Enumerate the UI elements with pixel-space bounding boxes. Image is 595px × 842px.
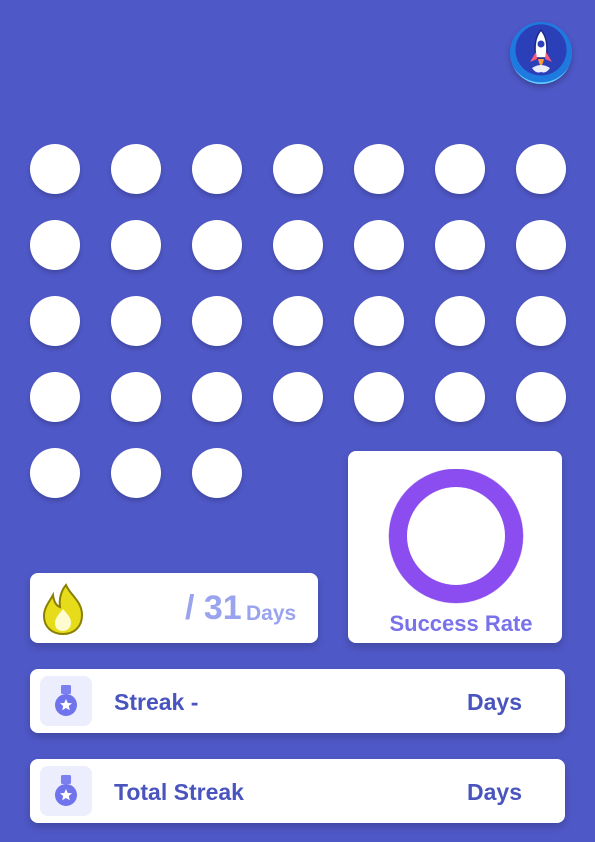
day-circle[interactable] (111, 372, 161, 422)
medal-icon (55, 775, 77, 806)
day-circle[interactable] (435, 296, 485, 346)
day-circle[interactable] (516, 372, 566, 422)
day-circle[interactable] (435, 220, 485, 270)
streak-label: Streak - (114, 689, 199, 715)
day-circle[interactable] (111, 144, 161, 194)
day-circle[interactable] (30, 372, 80, 422)
day-circle[interactable] (192, 296, 242, 346)
day-circle[interactable] (516, 296, 566, 346)
day-circle[interactable] (273, 296, 323, 346)
medal-icon (40, 676, 92, 726)
day-circle[interactable] (192, 448, 242, 498)
medal-icon (40, 766, 92, 816)
day-circle[interactable] (435, 144, 485, 194)
day-grid (0, 0, 595, 520)
day-circle[interactable] (516, 220, 566, 270)
day-circle[interactable] (30, 220, 80, 270)
day-circle[interactable] (30, 448, 80, 498)
day-circle[interactable] (273, 220, 323, 270)
day-circle[interactable] (111, 220, 161, 270)
medal-icon (55, 685, 77, 716)
day-circle[interactable] (192, 144, 242, 194)
day-circle[interactable] (273, 372, 323, 422)
day-circle[interactable] (273, 144, 323, 194)
day-circle[interactable] (354, 372, 404, 422)
day-circle[interactable] (354, 220, 404, 270)
success-rate-card: Success Rate (348, 451, 562, 643)
day-circle[interactable] (30, 296, 80, 346)
day-circle[interactable] (516, 144, 566, 194)
flame-icon (42, 583, 84, 636)
progress-total: / 31 (185, 589, 242, 627)
streak-unit: Days (467, 689, 522, 715)
day-circle[interactable] (354, 144, 404, 194)
total-streak-row[interactable]: Total Streak Days (30, 759, 565, 823)
success-rate-ring (388, 469, 524, 604)
progress-card: / 31 Days (30, 573, 318, 643)
day-circle[interactable] (30, 144, 80, 194)
day-circle[interactable] (111, 296, 161, 346)
day-circle[interactable] (354, 296, 404, 346)
progress-unit: Days (246, 602, 297, 625)
day-circle[interactable] (111, 448, 161, 498)
total-streak-label: Total Streak (114, 779, 244, 805)
day-circle[interactable] (192, 372, 242, 422)
total-streak-unit: Days (467, 779, 522, 805)
success-rate-label: Success Rate (389, 611, 533, 636)
day-circle[interactable] (192, 220, 242, 270)
streak-row[interactable]: Streak - Days (30, 669, 565, 733)
day-circle[interactable] (435, 372, 485, 422)
